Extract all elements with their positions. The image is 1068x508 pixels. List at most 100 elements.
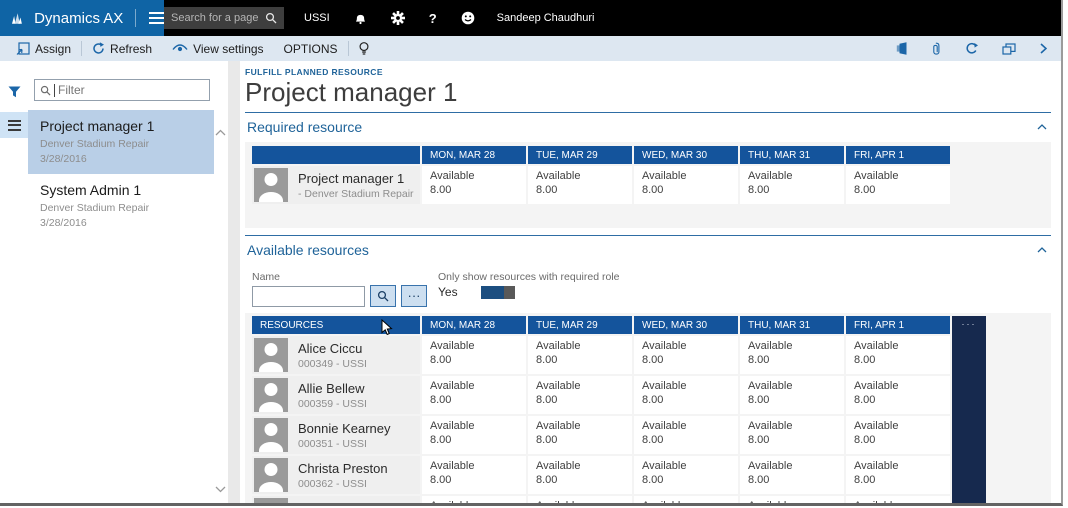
availability-hours: 8.00 bbox=[430, 434, 452, 446]
dynamics-logo-icon bbox=[12, 12, 22, 24]
availability-cell[interactable]: Available8.00 bbox=[846, 496, 950, 503]
hamburger-menu-icon[interactable] bbox=[149, 12, 164, 24]
availability-cell[interactable]: Available8.00 bbox=[528, 336, 632, 374]
availability-cell[interactable]: Available8.00 bbox=[740, 166, 844, 204]
resource-name-cell[interactable]: Christa Preston 000362 - USSI bbox=[252, 456, 420, 494]
filter-funnel-icon[interactable] bbox=[8, 85, 21, 103]
record-list: Project manager 1 Denver Stadium Repair … bbox=[28, 110, 214, 238]
current-user-name[interactable]: Sandeep Chaudhuri bbox=[497, 12, 1059, 24]
refresh-button[interactable]: Refresh bbox=[82, 36, 162, 61]
brand-block: Dynamics AX bbox=[0, 0, 164, 36]
availability-cell[interactable]: Available8.00 bbox=[740, 336, 844, 374]
availability-hours: 8.00 bbox=[748, 474, 770, 486]
date-column-header: FRI, APR 1 bbox=[846, 146, 950, 164]
availability-cell[interactable]: Available8.00 bbox=[422, 416, 526, 454]
resource-subtitle: 000349 - USSI bbox=[298, 357, 367, 370]
availability-cell[interactable]: Available8.00 bbox=[528, 456, 632, 494]
more-columns-bar[interactable]: ··· bbox=[952, 316, 986, 503]
scroll-down-icon[interactable] bbox=[215, 480, 226, 498]
open-in-new-window-icon[interactable] bbox=[1002, 42, 1016, 55]
availability-cell[interactable]: Available8.00 bbox=[846, 416, 950, 454]
availability-cell[interactable]: Available8.00 bbox=[528, 166, 632, 204]
availability-status: Available bbox=[748, 460, 793, 472]
main-panel: FULFILL PLANNED RESOURCE Project manager… bbox=[240, 61, 1061, 503]
resource-name-cell[interactable]: Alice Ciccu 000349 - USSI bbox=[252, 336, 420, 374]
resource-name-cell[interactable]: Project manager 1- Denver Stadium Repair bbox=[252, 166, 420, 204]
role-filter-group: Only show resources with required role Y… bbox=[438, 267, 620, 299]
availability-status: Available bbox=[748, 380, 793, 392]
resource-filter-controls: Name ··· Only show resources with requir… bbox=[252, 267, 1051, 307]
name-search-button[interactable] bbox=[370, 285, 396, 307]
resource-name-cell[interactable]: Daniel Escapa000365 - USSI bbox=[252, 496, 420, 503]
avatar-head bbox=[264, 423, 278, 436]
scroll-up-icon[interactable] bbox=[215, 123, 226, 141]
availability-cell[interactable]: Available8.00 bbox=[740, 496, 844, 503]
availability-cell[interactable]: Available8.00 bbox=[422, 456, 526, 494]
availability-cell[interactable]: Available8.00 bbox=[634, 336, 738, 374]
company-selector[interactable]: USSI bbox=[304, 12, 330, 24]
availability-cell[interactable]: Available8.00 bbox=[422, 336, 526, 374]
view-settings-button[interactable]: View settings bbox=[162, 36, 273, 61]
attachments-paperclip-icon[interactable] bbox=[932, 42, 941, 56]
availability-cell[interactable]: Available8.00 bbox=[846, 336, 950, 374]
list-item[interactable]: Project manager 1 Denver Stadium Repair … bbox=[28, 110, 214, 174]
availability-cell[interactable]: Available8.00 bbox=[634, 376, 738, 414]
collapse-chevron-icon[interactable] bbox=[1037, 247, 1047, 253]
resource-name-cell[interactable]: Bonnie Kearney 000351 - USSI bbox=[252, 416, 420, 454]
availability-cell[interactable]: Available8.00 bbox=[634, 416, 738, 454]
refresh-page-icon[interactable] bbox=[965, 42, 978, 55]
availability-cell[interactable]: Available8.00 bbox=[634, 496, 738, 503]
required-resource-header: Required resource bbox=[245, 113, 1051, 142]
availability-cell[interactable]: Available8.00 bbox=[422, 166, 526, 204]
availability-cell[interactable]: Available8.00 bbox=[846, 376, 950, 414]
notifications-bell-icon[interactable] bbox=[354, 12, 367, 25]
date-column-header: WED, MAR 30 bbox=[634, 316, 738, 334]
assign-icon bbox=[16, 42, 30, 55]
lightbulb-button[interactable] bbox=[349, 36, 379, 61]
availability-status: Available bbox=[748, 420, 793, 432]
date-column-header: TUE, MAR 29 bbox=[528, 146, 632, 164]
filter-input[interactable] bbox=[58, 83, 204, 97]
availability-cell[interactable]: Available8.00 bbox=[846, 456, 950, 494]
availability-hours: 8.00 bbox=[430, 474, 452, 486]
page-search-box[interactable]: Search for a page bbox=[164, 7, 284, 29]
availability-status: Available bbox=[854, 420, 899, 432]
expand-chevron-icon[interactable] bbox=[1040, 43, 1047, 54]
collapse-chevron-icon[interactable] bbox=[1037, 124, 1047, 130]
sidebar-icon-rail bbox=[0, 61, 28, 503]
availability-cell[interactable]: Available8.00 bbox=[528, 376, 632, 414]
avatar bbox=[254, 378, 288, 412]
feedback-smiley-icon[interactable] bbox=[461, 11, 475, 25]
availability-hours: 8.00 bbox=[854, 354, 876, 366]
name-filter-input[interactable] bbox=[252, 285, 365, 307]
availability-status: Available bbox=[642, 340, 687, 352]
options-menu[interactable]: OPTIONS bbox=[274, 36, 348, 61]
name-label: Name bbox=[252, 271, 281, 283]
required-resource-table: MON, MAR 28 TUE, MAR 29 WED, MAR 30 THU, MA… bbox=[252, 146, 950, 204]
more-options-ellipsis-button[interactable]: ··· bbox=[401, 285, 427, 307]
resource-text: Project manager 1- Denver Stadium Repair bbox=[298, 171, 414, 200]
availability-cell[interactable]: Available8.00 bbox=[740, 416, 844, 454]
availability-cell[interactable]: Available8.00 bbox=[528, 416, 632, 454]
availability-cell[interactable]: Available8.00 bbox=[528, 496, 632, 503]
availability-cell[interactable]: Available 8.00 bbox=[740, 456, 844, 494]
sidebar-scrollbar[interactable] bbox=[214, 61, 228, 503]
availability-hours: 8.00 bbox=[642, 474, 664, 486]
settings-gear-icon[interactable] bbox=[390, 11, 405, 25]
availability-cell[interactable]: Available8.00 bbox=[846, 166, 950, 204]
available-resources-panel: RESOURCES MON, MAR 28 TUE, MAR 29 WED, MAR … bbox=[245, 313, 1051, 503]
assign-button[interactable]: Assign bbox=[6, 36, 81, 61]
list-item[interactable]: System Admin 1 Denver Stadium Repair 3/2… bbox=[28, 174, 214, 238]
availability-cell[interactable]: Available8.00 bbox=[740, 376, 844, 414]
availability-cell[interactable]: Available8.00 bbox=[422, 376, 526, 414]
resource-name-cell[interactable]: Allie Bellew 000359 - USSI bbox=[252, 376, 420, 414]
availability-cell[interactable]: Available8.00 bbox=[634, 166, 738, 204]
availability-cell[interactable]: Available8.00 bbox=[422, 496, 526, 503]
record-list-sidebar: Project manager 1 Denver Stadium Repair … bbox=[0, 61, 228, 503]
office-app-icon[interactable] bbox=[895, 42, 908, 55]
list-view-icon[interactable] bbox=[0, 112, 28, 138]
date-column-header: MON, MAR 28 bbox=[422, 316, 526, 334]
role-filter-toggle[interactable] bbox=[480, 285, 515, 299]
availability-cell[interactable]: Available8.00 bbox=[634, 456, 738, 494]
help-icon[interactable]: ? bbox=[429, 11, 437, 26]
